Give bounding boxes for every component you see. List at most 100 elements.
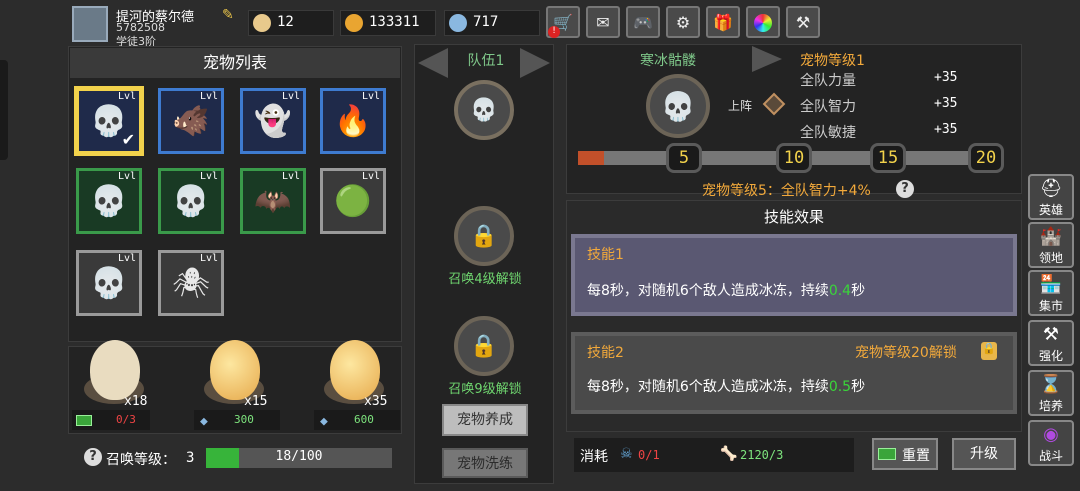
skill-desc: 每8秒，对随机6个敌人造成冰冻，持续0.5秒 [587, 379, 866, 395]
side-hero-button[interactable]: ⛑ 英雄 [1028, 174, 1074, 220]
upgrade-button[interactable]: 升级 [952, 438, 1016, 470]
gold-egg-button[interactable] [210, 340, 260, 400]
anvil-icon: ⚒ [1042, 324, 1060, 345]
spider-icon: 🕷 [171, 265, 211, 301]
pet-slot-3[interactable]: Lvl 👻 [240, 88, 306, 154]
pet-slot-7[interactable]: Lvl 🦇 [240, 168, 306, 234]
cost-label: 消耗 [580, 449, 608, 465]
summon-level-label: 召唤等级： [106, 452, 176, 468]
side-label: 领地 [1038, 251, 1063, 265]
level-bonus-text: 宠物等级5：全队智力+4% [702, 183, 871, 199]
lock-icon: 🔒 [981, 342, 997, 360]
shop-button[interactable]: 🛒! [546, 6, 580, 38]
pet-slot-5[interactable]: Lvl 💀 [76, 168, 142, 234]
pet-level: Lvl [117, 171, 136, 182]
pet-raise-button[interactable]: 宠物养成 [442, 404, 528, 436]
bone-icon: 🦴 [720, 446, 738, 462]
reset-button[interactable]: 重置 [872, 438, 938, 470]
diamond-icon: ◆ [200, 414, 208, 429]
rare-egg-button[interactable] [330, 340, 380, 400]
mail-icon: ✉ [596, 12, 610, 32]
skill-1-card: 技能1 每8秒，对随机6个敌人造成冰冻，持续0.4秒 [571, 234, 1017, 316]
skill-lock-text: 宠物等级20解锁 [855, 345, 957, 361]
pet-wash-button[interactable]: 宠物洗练 [442, 448, 528, 478]
edge-handle [0, 60, 8, 160]
pet-slot-1[interactable]: Lvl 💀 ✔ [76, 88, 142, 154]
pet-slot-6[interactable]: Lvl 💀 [158, 168, 224, 234]
fire-skull-icon: 🔥 [334, 103, 372, 139]
side-battle-button[interactable]: ◉ 战斗 [1028, 420, 1074, 466]
egg-cost-3[interactable]: ◆ 600 [314, 410, 400, 430]
gold-count: 133311 [369, 14, 420, 30]
slime-icon: 🟢 [334, 183, 372, 219]
diamond-icon: ◆ [320, 414, 328, 429]
pet-level-progress-fill [578, 151, 604, 165]
market-icon: 🏪 [1039, 274, 1063, 295]
pet-name: 寒冰骷髅 [640, 53, 696, 69]
milestone-5: 5 [666, 143, 702, 173]
skills-title: 技能效果 [763, 208, 824, 226]
common-egg-button[interactable] [90, 340, 140, 400]
egg-cost-2[interactable]: ◆ 300 [194, 410, 280, 430]
egg-count: x35 [364, 394, 388, 409]
pet-slot-8[interactable]: Lvl 🟢 [320, 168, 386, 234]
pet-portrait: 💀 [646, 74, 710, 138]
tools-button[interactable]: ⚒ [786, 6, 820, 38]
player-avatar[interactable] [72, 6, 108, 42]
cost-bar [574, 438, 854, 472]
ice-skeleton-icon: 💀 [660, 89, 696, 123]
stat-name: 全队敏捷 [800, 125, 856, 141]
stat-value: +35 [934, 122, 958, 137]
team-slot-2[interactable]: 🔒 [454, 206, 514, 266]
milestone-10: 10 [776, 143, 812, 173]
pet-level-title: 宠物等级1 [800, 53, 865, 69]
edit-name-icon[interactable]: ✎ [222, 7, 234, 23]
egg-count: x15 [244, 394, 268, 409]
pet-slot-9[interactable]: Lvl 💀 [76, 250, 142, 316]
gem-icon [449, 14, 467, 32]
settings-button[interactable]: ⚙ [666, 6, 700, 38]
side-territory-button[interactable]: 🏰 领地 [1028, 222, 1074, 268]
color-wheel-icon [754, 14, 772, 32]
pet-slot-10[interactable]: Lvl 🕷 [158, 250, 224, 316]
side-label: 战斗 [1038, 449, 1063, 463]
side-label: 强化 [1038, 349, 1063, 363]
side-cultivate-button[interactable]: ⌛ 培养 [1028, 370, 1074, 416]
ghost-icon: 👻 [254, 103, 292, 139]
egg-cost-value: 300 [234, 413, 254, 426]
help-icon[interactable]: ? [896, 180, 914, 198]
mail-button[interactable]: ✉ [586, 6, 620, 38]
check-icon: ✔ [121, 130, 135, 149]
hourglass-icon: ⌛ [1039, 374, 1063, 395]
pet-level: Lvl [199, 253, 218, 264]
unlock-condition-3: 召唤9级解锁 [448, 382, 522, 397]
gamepad-button[interactable]: 🎮 [626, 6, 660, 38]
egg-counter: 12 [248, 10, 334, 36]
team-title: 队伍1 [467, 53, 505, 69]
help-icon[interactable]: ? [84, 448, 102, 466]
egg-cost-1[interactable]: 0/3 [72, 410, 150, 430]
gem-count: 717 [473, 14, 499, 30]
gift-button[interactable]: 🎁 [706, 6, 740, 38]
skill-name: 技能1 [587, 247, 624, 263]
skill-2-card: 技能2 宠物等级20解锁 🔒 每8秒，对随机6个敌人造成冰冻，持续0.5秒 [571, 332, 1017, 414]
reset-label: 重置 [902, 448, 930, 464]
side-market-button[interactable]: 🏪 集市 [1028, 270, 1074, 316]
pet-list-title: 宠物列表 [70, 48, 400, 78]
pet-level: Lvl [361, 171, 380, 182]
team-slot-1[interactable]: 💀 [454, 80, 514, 140]
stat-name: 全队智力 [800, 99, 856, 115]
gem-counter: 717 [444, 10, 540, 36]
helmet-icon: ⛑ [1039, 178, 1063, 199]
side-label: 英雄 [1038, 203, 1063, 217]
purple-skeleton-icon: 💀 [172, 183, 210, 219]
color-wheel-button[interactable] [746, 6, 780, 38]
pet-slot-4[interactable]: Lvl 🔥 [320, 88, 386, 154]
pet-slot-2[interactable]: Lvl 🐗 [158, 88, 224, 154]
side-enhance-button[interactable]: ⚒ 强化 [1028, 320, 1074, 366]
egg-cost-value: 0/3 [116, 413, 136, 426]
pet-level: Lvl [117, 253, 136, 264]
team-slot-3[interactable]: 🔒 [454, 316, 514, 376]
gold-counter: 133311 [340, 10, 436, 36]
pet-level: Lvl [117, 91, 136, 102]
